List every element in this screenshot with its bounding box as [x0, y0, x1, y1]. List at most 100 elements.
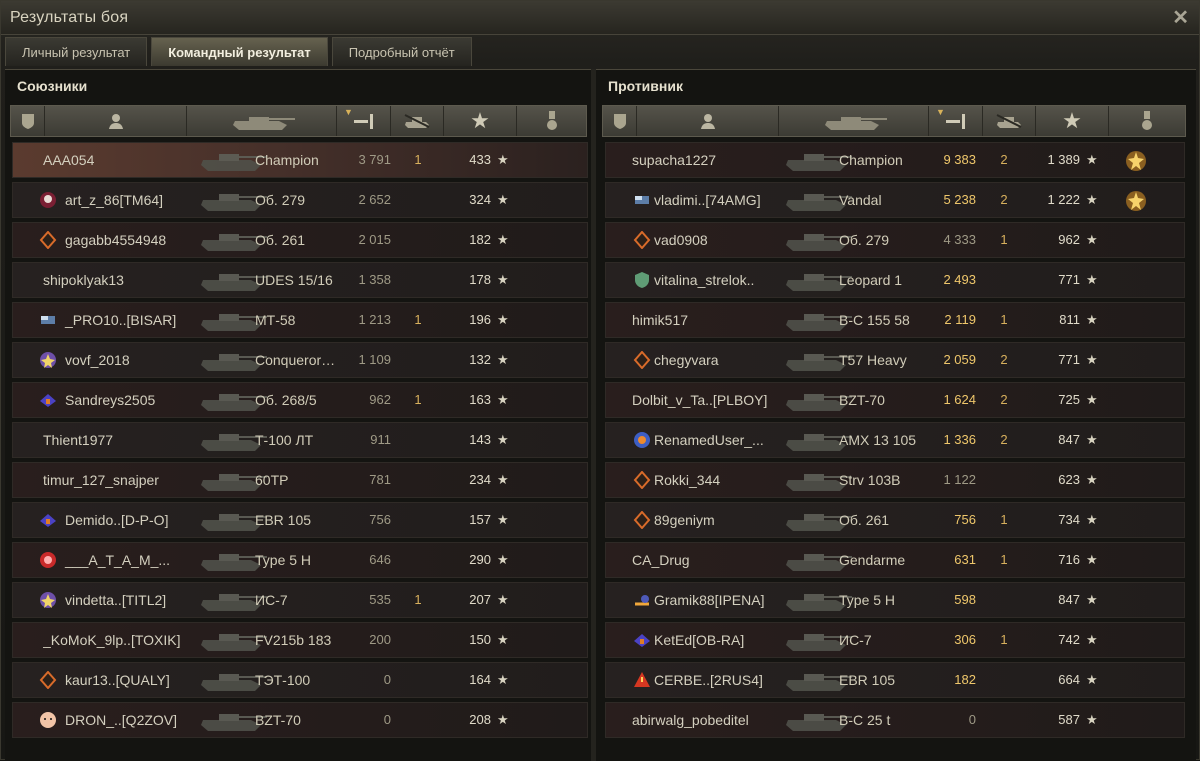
player-icon[interactable]	[637, 106, 779, 136]
player-row[interactable]: art_z_86[TM64] Об. 279 2 652 324 ★	[12, 182, 588, 218]
player-row[interactable]: supacha1227 Champion 9 383 2 1 389 ★	[605, 142, 1185, 178]
player-name[interactable]: _PRO10..[BISAR]	[43, 303, 213, 337]
player-name[interactable]: timur_127_snajper	[43, 463, 213, 497]
player-name[interactable]: Gramik88[IPENA]	[632, 583, 792, 617]
player-name[interactable]: RenamedUser_...	[632, 423, 792, 457]
player-name[interactable]: Dolbit_v_Ta..[PLBOY]	[632, 383, 792, 417]
tank-name: ИС-7	[255, 592, 288, 608]
player-row[interactable]: shipoklyak13 UDES 15/16 1 358 178 ★	[12, 262, 588, 298]
tank-icon[interactable]	[779, 106, 929, 136]
player-name[interactable]: CA_Drug	[632, 543, 792, 577]
player-name[interactable]: vitalina_strelok..	[632, 263, 792, 297]
player-row[interactable]: AAA054 Champion 3 791 1 433 ★	[12, 142, 588, 178]
experience-icon[interactable]: ★	[1036, 106, 1109, 136]
player-name[interactable]: chegyvara	[632, 343, 792, 377]
tank-name: Leopard 1	[839, 272, 903, 288]
player-row[interactable]: CA_Drug Gendarme 631 1 716 ★	[605, 542, 1185, 578]
player-name[interactable]: art_z_86[TM64]	[43, 183, 213, 217]
player-row[interactable]: Demido..[D-P-O] EBR 105 756 157 ★	[12, 502, 588, 538]
player-name[interactable]: supacha1227	[632, 143, 792, 177]
tank-name: 60TP	[255, 472, 289, 488]
player-row[interactable]: _PRO10..[BISAR] МТ-58 1 213 1 196 ★	[12, 302, 588, 338]
enemies-panel: Противник ▼ ★ supacha1227 Champion 9 383…	[596, 69, 1196, 761]
experience-value: 132	[469, 352, 491, 367]
kills-icon[interactable]	[983, 106, 1036, 136]
tab-team-result[interactable]: Командный результат	[151, 37, 328, 66]
experience-star-icon: ★	[1086, 312, 1098, 327]
gold-medal-icon[interactable]	[1125, 190, 1149, 212]
player-row[interactable]: gagabb4554948 Об. 261 2 015 182 ★	[12, 222, 588, 258]
player-name[interactable]: DRON_..[Q2ZOV]	[43, 703, 213, 737]
player-row[interactable]: Dolbit_v_Ta..[PLBOY] BZT-70 1 624 2 725 ★	[605, 382, 1185, 418]
player-name[interactable]: Rokki_344	[632, 463, 792, 497]
player-row[interactable]: vindetta..[TITL2] ИС-7 535 1 207 ★	[12, 582, 588, 618]
player-name[interactable]: _KoMoK_9lp..[TOXIK]	[43, 623, 213, 657]
player-row[interactable]: timur_127_snajper 60TP 781 234 ★	[12, 462, 588, 498]
player-row[interactable]: himik517 В-С 155 58 2 119 1 811 ★	[605, 302, 1185, 338]
player-row[interactable]: Gramik88[IPENA] Type 5 H 598 847 ★	[605, 582, 1185, 618]
player-row[interactable]: vladimi..[74AMG] Vandal 5 238 2 1 222 ★	[605, 182, 1185, 218]
medal-icon[interactable]	[1109, 106, 1185, 136]
experience-star-icon: ★	[1086, 552, 1098, 567]
player-name[interactable]: kaur13..[QUALY]	[43, 663, 213, 697]
tank-name: FV215b 183	[255, 632, 332, 648]
medal-icon[interactable]	[517, 106, 586, 136]
player-name[interactable]: Demido..[D-P-O]	[43, 503, 213, 537]
player-name[interactable]: shipoklyak13	[43, 263, 213, 297]
player-name[interactable]: abirwalg_pobeditel	[632, 703, 792, 737]
player-icon[interactable]	[45, 106, 187, 136]
tab-detailed-report[interactable]: Подробный отчёт	[331, 37, 472, 66]
damage-icon[interactable]: ▼	[337, 106, 391, 136]
close-icon[interactable]: ✕	[1172, 5, 1189, 30]
kills-value	[405, 223, 431, 257]
damage-value: 598	[954, 592, 976, 607]
player-name[interactable]: vladimi..[74AMG]	[632, 183, 792, 217]
player-row[interactable]: abirwalg_pobeditel В-С 25 t 0 587 ★	[605, 702, 1185, 738]
experience-star-icon: ★	[1086, 592, 1098, 607]
experience-star-icon: ★	[497, 192, 509, 207]
player-name[interactable]: 89geniym	[632, 503, 792, 537]
damage-value: 2 059	[943, 352, 976, 367]
player-row[interactable]: ___A_T_A_M_... Type 5 H 646 290 ★	[12, 542, 588, 578]
gold-medal-icon[interactable]	[1125, 150, 1149, 172]
player-row[interactable]: vovf_2018 Conqueror… 1 109 132 ★	[12, 342, 588, 378]
kills-value: 1	[414, 392, 422, 407]
player-name[interactable]: vad0908	[632, 223, 792, 257]
experience-value: 847	[1058, 432, 1080, 447]
player-row[interactable]: RenamedUser_... AMX 13 105 1 336 2 847 ★	[605, 422, 1185, 458]
player-row[interactable]: chegyvara T57 Heavy 2 059 2 771 ★	[605, 342, 1185, 378]
tank-name: Об. 268/5	[255, 392, 317, 408]
player-name[interactable]: himik517	[632, 303, 792, 337]
kills-value: 1	[1000, 232, 1008, 247]
player-row[interactable]: Sandreys2505 Об. 268/5 962 1 163 ★	[12, 382, 588, 418]
player-name[interactable]: gagabb4554948	[43, 223, 213, 257]
player-row[interactable]: 89geniym Об. 261 756 1 734 ★	[605, 502, 1185, 538]
player-row[interactable]: CERBE..[2RUS4] EBR 105 182 664 ★	[605, 662, 1185, 698]
player-row[interactable]: KetEd[OB-RA] ИС-7 306 1 742 ★	[605, 622, 1185, 658]
player-name[interactable]: AAA054	[43, 143, 213, 177]
kills-icon[interactable]	[391, 106, 444, 136]
clan-icon[interactable]	[11, 106, 45, 136]
tank-icon[interactable]	[187, 106, 337, 136]
player-row[interactable]: Rokki_344 Strv 103B 1 122 623 ★	[605, 462, 1185, 498]
player-name[interactable]: Thient1977	[43, 423, 213, 457]
player-row[interactable]: vitalina_strelok.. Leopard 1 2 493 771 ★	[605, 262, 1185, 298]
experience-icon[interactable]: ★	[444, 106, 517, 136]
player-row[interactable]: vad0908 Об. 279 4 333 1 962 ★	[605, 222, 1185, 258]
player-name[interactable]: KetEd[OB-RA]	[632, 623, 792, 657]
player-name[interactable]: vindetta..[TITL2]	[43, 583, 213, 617]
clan-icon[interactable]	[603, 106, 637, 136]
damage-icon[interactable]: ▼	[929, 106, 983, 136]
player-name[interactable]: ___A_T_A_M_...	[43, 543, 213, 577]
player-name[interactable]: Sandreys2505	[43, 383, 213, 417]
player-name[interactable]: vovf_2018	[43, 343, 213, 377]
tab-personal-result[interactable]: Личный результат	[5, 37, 148, 66]
damage-value: 306	[954, 632, 976, 647]
player-row[interactable]: DRON_..[Q2ZOV] BZT-70 0 208 ★	[12, 702, 588, 738]
player-row[interactable]: _KoMoK_9lp..[TOXIK] FV215b 183 200 150 ★	[12, 622, 588, 658]
kills-value	[405, 423, 431, 457]
player-row[interactable]: kaur13..[QUALY] ТЭТ-100 0 164 ★	[12, 662, 588, 698]
player-row[interactable]: Thient1977 Т-100 ЛТ 911 143 ★	[12, 422, 588, 458]
tank-name: Vandal	[839, 192, 882, 208]
player-name[interactable]: CERBE..[2RUS4]	[632, 663, 792, 697]
